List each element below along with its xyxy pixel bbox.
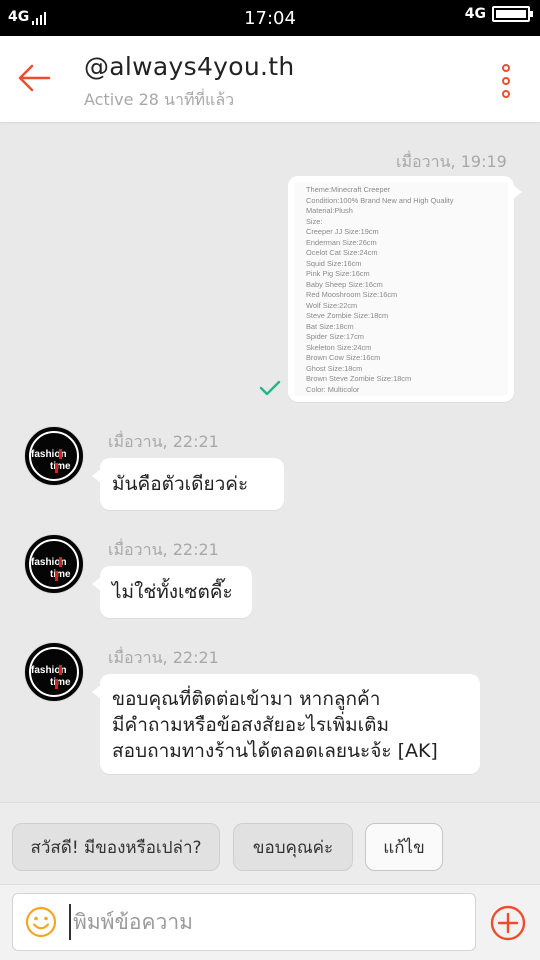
spec-line: Skeleton Size:24cm	[306, 342, 372, 352]
smiley-icon[interactable]	[25, 906, 57, 938]
avatar-brand-line2: time	[50, 461, 71, 472]
spec-line: Creeper JJ Size:19cm	[306, 227, 379, 236]
spec-line: Steve Zombie Size:18cm	[306, 311, 389, 320]
message-text: ไม่ใช่ทั้งเซตคี๊ะ	[112, 581, 233, 603]
active-status: Active 28 นาทีที่แล้ว	[84, 90, 235, 109]
shop-name[interactable]: @always4you.th	[84, 52, 295, 81]
spec-line: Enderman Size:26cm	[306, 237, 377, 247]
network-type-right: 4G	[464, 6, 486, 22]
shop-avatar[interactable]: fashion time	[24, 642, 84, 702]
spec-line: Spider Size:17cm	[306, 332, 364, 341]
spec-line: Brown Steve Zombie Size:18cm	[306, 374, 412, 383]
shop-avatar[interactable]: fashion time	[24, 534, 84, 594]
spec-line: Bat Size:18cm	[306, 321, 354, 331]
clock: 17:04	[244, 8, 296, 29]
plus-circle-icon[interactable]	[490, 905, 526, 941]
message-timestamp: เมื่อวาน, 22:21	[108, 648, 219, 667]
read-check-icon	[259, 380, 281, 396]
message-bubble[interactable]: ไม่ใช่ทั้งเซตคี๊ะ	[92, 566, 252, 618]
status-bar: 4G 17:04 4G	[0, 0, 540, 36]
spec-line: Baby Sheep Size:16cm	[306, 279, 383, 289]
quick-replies-bar: สวัสดี! มีของหรือเปล่า? ขอบคุณค่ะ แก้ไข	[0, 802, 540, 884]
chat-header: @always4you.th Active 28 นาทีที่แล้ว	[0, 36, 540, 122]
spec-line: Size:	[306, 216, 323, 226]
status-right: 4G	[464, 6, 533, 22]
message-bubble[interactable]: ขอบคุณที่ติดต่อเข้ามา หากลูกค้า มีคำถามห…	[92, 674, 480, 774]
message-bubble[interactable]: มันคือตัวเดียวค่ะ	[92, 458, 284, 510]
spec-line: Condition:100% Brand New and High Qualit…	[306, 195, 454, 205]
message-input-box	[12, 893, 476, 951]
spec-line: Brown Cow Size:16cm	[306, 353, 381, 362]
dot-icon	[502, 77, 510, 85]
avatar-brand-line2: time	[50, 569, 71, 580]
message-timestamp: เมื่อวาน, 19:19	[396, 152, 507, 171]
spec-line: Squid Size:16cm	[306, 258, 362, 268]
product-image[interactable]: Theme:Minecraft Creeper Condition:100% Br…	[294, 182, 508, 396]
quick-reply-edit[interactable]: แก้ไข	[365, 823, 443, 871]
battery-icon	[492, 6, 533, 22]
quick-reply-greeting[interactable]: สวัสดี! มีของหรือเปล่า?	[12, 823, 220, 871]
arrow-left-icon	[18, 64, 51, 92]
spec-line: Color: Multicolor	[306, 384, 360, 394]
message-timestamp: เมื่อวาน, 22:21	[108, 432, 219, 451]
avatar-brand-line2: time	[50, 677, 71, 688]
spec-line: Theme:Minecraft Creeper	[306, 185, 391, 194]
message-text-line: สอบถามทางร้านได้ตลอดเลยนะจ้ะ [AK]	[112, 740, 438, 762]
spec-line: Material:Plush	[306, 206, 353, 215]
spec-line: Red Mooshroom Size:16cm	[306, 290, 398, 299]
message-timestamp: เมื่อวาน, 22:21	[108, 540, 219, 559]
message-text-line: มีคำถามหรือข้อสงสัยอะไรเพิ่มเติม	[112, 714, 390, 736]
quick-reply-thanks[interactable]: ขอบคุณค่ะ	[233, 823, 353, 871]
composer-bar	[0, 884, 540, 960]
message-input[interactable]	[69, 904, 459, 940]
message-text: มันคือตัวเดียวค่ะ	[112, 473, 249, 495]
shop-avatar[interactable]: fashion time	[24, 426, 84, 486]
image-message[interactable]: Theme:Minecraft Creeper Condition:100% Br…	[288, 176, 522, 402]
spec-line: Ocelot Cat Size:24cm	[306, 248, 378, 257]
chat-area[interactable]: เมื่อวาน, 19:19 Theme:Minecraft Creeper C…	[0, 122, 540, 802]
spec-line: Wolf Size:22cm	[306, 300, 358, 310]
more-options-button[interactable]	[498, 64, 514, 98]
message-text-line: ขอบคุณที่ติดต่อเข้ามา หากลูกค้า	[112, 688, 381, 710]
back-button[interactable]	[16, 60, 56, 96]
dot-icon	[502, 90, 510, 98]
dot-icon	[502, 64, 510, 72]
spec-line: Ghost Size:18cm	[306, 363, 363, 373]
spec-line: Pink Pig Size:16cm	[306, 269, 370, 278]
